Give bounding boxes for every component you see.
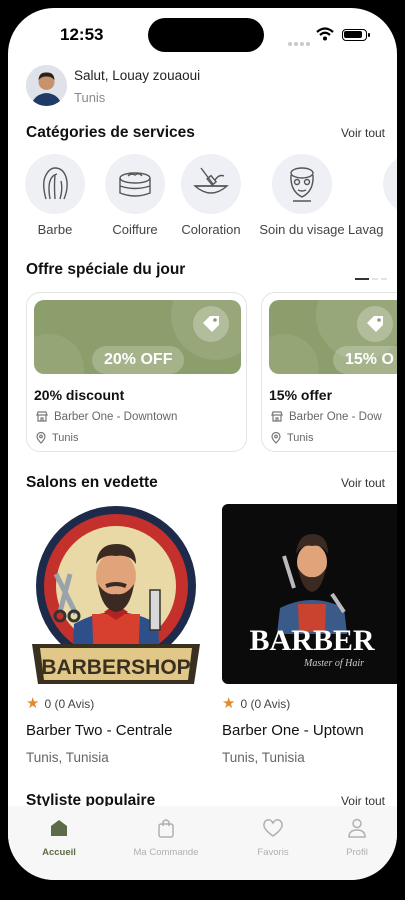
salon-name: Barber Two - Centrale [26,722,173,739]
home-icon [51,820,67,836]
salon-name: Barber One - Uptown [222,722,364,739]
offers-carousel: 20% OFF 20% discount Barber One - Downto… [8,292,397,454]
featured-see-all-link[interactable]: Voir tout [341,476,385,490]
tab-ma-commande[interactable]: Ma Commande [121,818,211,858]
categories-list: Barbe Coiffure Coloration Soin du visage… [8,154,397,244]
salon-logo-barbershop: BARBERSHOP [26,504,206,684]
salon-city: Tunis, Tunisia [222,750,305,765]
store-icon [271,411,283,423]
status-time: 12:53 [60,25,104,44]
category-label: Barbe [37,222,73,237]
category-item-barbe[interactable]: Barbe [12,154,98,237]
signal-icon [288,33,312,51]
salon-card[interactable]: BARBERSHOP ★ 0 (0 Avis) Barber Two - Cent… [26,504,206,765]
offers-title: Offre spéciale du jour [26,261,186,278]
bag-icon [158,819,174,838]
wash-icon [383,154,397,214]
category-item-coloration[interactable]: Coloration [168,154,254,237]
location-pin-icon [271,432,281,444]
dynamic-island [148,18,264,52]
category-item-coiffure[interactable]: Coiffure [92,154,178,237]
salon-card[interactable]: BARBER Master of Hair ★ 0 (0 Avis) Barber… [222,504,397,765]
featured-salons-list: BARBERSHOP ★ 0 (0 Avis) Barber Two - Cent… [8,504,397,774]
category-label: Soin du visage [259,222,345,237]
store-icon [36,411,48,423]
tab-label: Profil [346,847,368,858]
svg-text:BARBERSHOP: BARBERSHOP [41,656,190,679]
greeting-header: Salut, Louay zouaoui Tunis [26,65,386,107]
offer-discount-badge: 15% O [333,346,397,374]
hair-products-icon [119,172,151,197]
offer-shop: Barber One - Dow [271,411,382,423]
tab-accueil[interactable]: Accueil [14,818,104,858]
svg-text:BARBER: BARBER [249,624,374,657]
price-tag-icon [357,306,393,342]
battery-icon [342,29,370,41]
offer-location: Tunis [36,432,79,444]
offer-card[interactable]: 15% O 15% offer Barber One - Dow Tunis [261,292,397,452]
offer-banner: 15% O [269,300,397,374]
offer-banner: 20% OFF [34,300,241,374]
salon-city: Tunis, Tunisia [26,750,109,765]
svg-text:Master of Hair: Master of Hair [303,658,364,669]
user-icon [348,818,366,838]
offer-card[interactable]: 20% OFF 20% discount Barber One - Downto… [26,292,247,452]
category-item-soin-du-visage[interactable]: Soin du visage [252,154,352,237]
avatar[interactable] [26,65,67,106]
greeting-text: Salut, Louay zouaoui [74,68,201,83]
category-label: Lavag [348,222,384,237]
greeting-city: Tunis [74,90,106,105]
tab-profil[interactable]: Profil [312,818,397,858]
featured-title: Salons en vedette [26,474,158,491]
offer-location: Tunis [271,432,314,444]
categories-see-all-link[interactable]: Voir tout [341,126,385,140]
category-label: Coloration [181,222,241,237]
hair-dye-bowl-icon [193,167,229,194]
offer-title: 15% offer [269,387,333,403]
hair-icon [43,167,68,200]
category-item-lavage[interactable]: Lavag [348,154,397,237]
star-icon: ★ [26,695,40,712]
offer-shop: Barber One - Downtown [36,411,177,423]
tab-label: Accueil [42,847,76,858]
status-bar: 12:53 [8,8,397,60]
tab-label: Ma Commande [133,847,199,858]
bottom-tab-bar: Accueil Ma Commande Favoris Profil [8,806,397,880]
salon-rating: 0 (0 Avis) [44,697,95,711]
categories-title: Catégories de services [26,124,195,141]
salon-rating: 0 (0 Avis) [240,697,291,711]
wifi-icon [316,27,334,41]
face-mask-icon [290,167,314,202]
salon-logo-barber: BARBER Master of Hair [222,504,397,684]
price-tag-icon [193,306,229,342]
tab-label: Favoris [257,847,289,858]
offer-discount-badge: 20% OFF [92,346,185,374]
star-icon: ★ [222,695,236,712]
location-pin-icon [36,432,46,444]
heart-icon [263,819,283,837]
carousel-indicator [352,267,387,285]
offer-title: 20% discount [34,387,125,403]
category-label: Coiffure [112,222,158,237]
tab-favoris[interactable]: Favoris [228,818,318,858]
app-screen: 12:53 Salut, Louay zouaoui Tunis Catégor… [8,8,397,880]
